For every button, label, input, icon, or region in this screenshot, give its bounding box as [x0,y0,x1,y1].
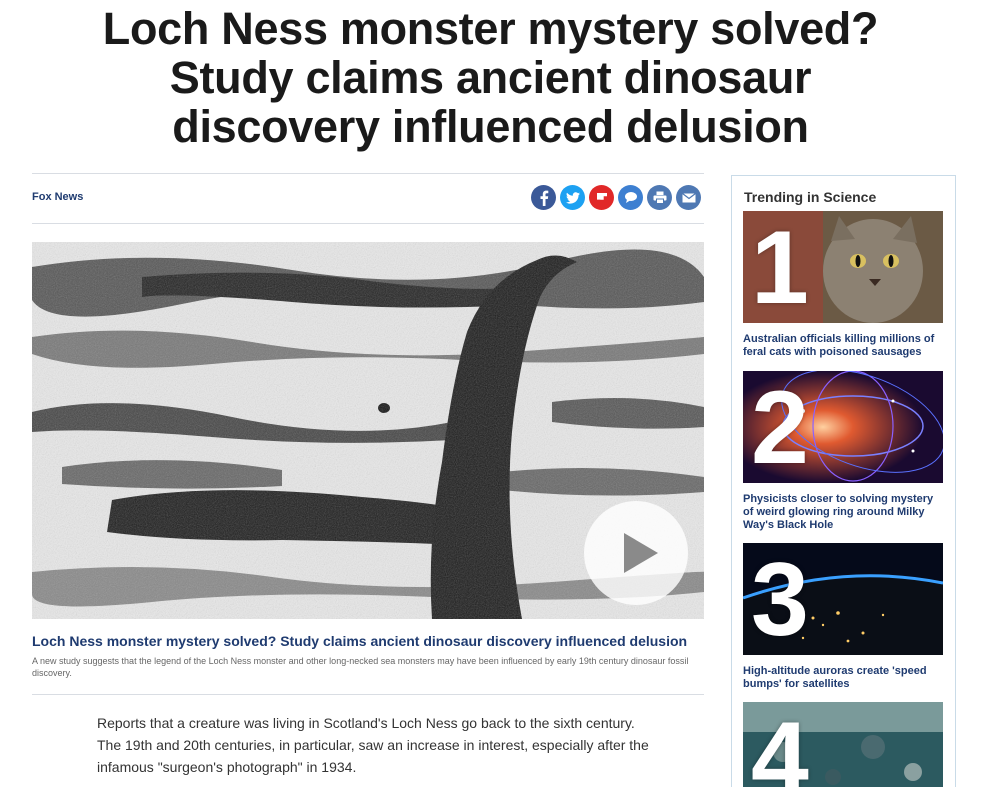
byline-source[interactable]: Fox News [32,191,83,203]
headline-line-2: Study claims ancient dinosaur [169,52,812,103]
trending-item[interactable]: 3 High-altitude auroras create 'speed bu… [743,543,943,691]
headline-line-1: Loch Ness monster mystery solved? [102,3,879,54]
trending-item[interactable]: 1 Australian officials killing millions … [743,211,943,359]
play-icon [624,533,658,573]
email-icon[interactable] [676,185,701,210]
trending-rank: 2 [751,371,809,483]
trending-thumbnail[interactable]: 2 [743,371,943,483]
article-paragraph: Reports that a creature was living in Sc… [97,715,649,775]
divider [32,694,704,695]
flipboard-icon[interactable] [589,185,614,210]
trending-rank: 4 [751,702,809,787]
trending-rank: 3 [751,543,809,655]
trending-title[interactable]: Physicists closer to solving mystery of … [743,493,943,532]
trending-item[interactable]: 2 Physicists closer to solving mystery o… [743,371,943,532]
play-button[interactable] [584,501,688,605]
trending-thumbnail[interactable]: 3 [743,543,943,655]
video-caption-title[interactable]: Loch Ness monster mystery solved? Study … [32,633,704,649]
article-headline: Loch Ness monster mystery solved? Study … [0,4,981,151]
headline-line-3: discovery influenced delusion [172,101,809,152]
trending-rank: 1 [751,211,809,323]
video-player[interactable] [32,242,704,619]
sidebar-title: Trending in Science [744,189,877,205]
trending-title[interactable]: Australian officials killing millions of… [743,333,943,359]
print-icon[interactable] [647,185,672,210]
trending-thumbnail[interactable]: 4 [743,702,943,787]
trending-sidebar: Trending in Science 1 Australian officia… [731,175,956,787]
byline-bar: Fox News [32,173,704,224]
video-caption-text: A new study suggests that the legend of … [32,656,689,678]
share-icons [531,185,701,210]
facebook-icon[interactable] [531,185,556,210]
trending-item[interactable]: 4 [743,702,943,787]
comment-icon[interactable] [618,185,643,210]
trending-thumbnail[interactable]: 1 [743,211,943,323]
trending-title[interactable]: High-altitude auroras create 'speed bump… [743,665,943,691]
twitter-icon[interactable] [560,185,585,210]
